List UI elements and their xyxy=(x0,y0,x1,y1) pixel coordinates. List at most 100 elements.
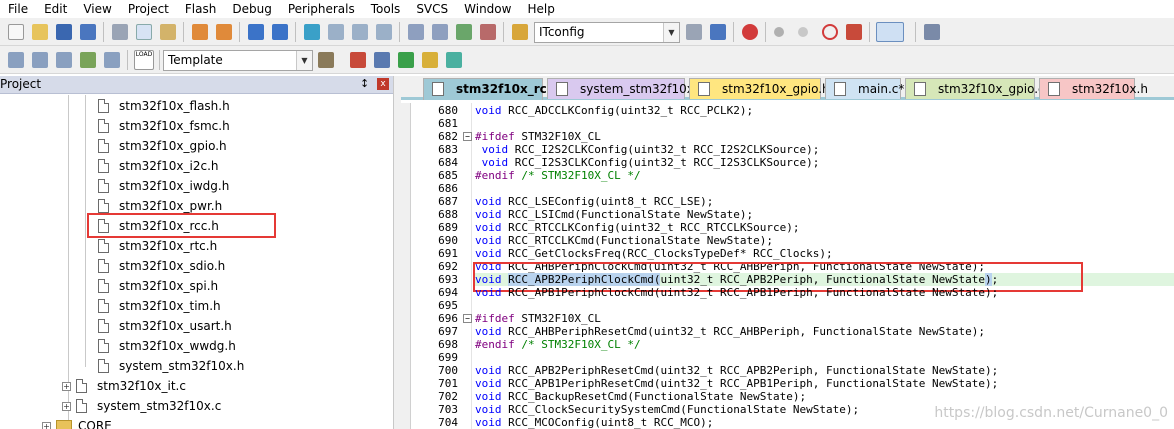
code-line[interactable]: 683 void RCC_I2S2CLKConfig(uint32_t RCC_… xyxy=(401,143,1174,156)
load-download-icon[interactable]: LOAD xyxy=(134,50,154,70)
code-line[interactable]: 686 xyxy=(401,182,1174,195)
manage-rte-icon[interactable] xyxy=(446,52,462,68)
translate-icon[interactable] xyxy=(8,52,24,68)
disable-breakpoint-icon[interactable] xyxy=(798,27,808,37)
tree-file-item[interactable]: stm32f10x_wwdg.h xyxy=(98,336,236,356)
tree-source-item[interactable]: + system_stm32f10x.c xyxy=(62,396,221,416)
open-folder-icon[interactable] xyxy=(32,24,48,40)
menu-window[interactable]: Window xyxy=(464,2,511,16)
undo-icon[interactable] xyxy=(192,24,208,40)
paste-icon[interactable] xyxy=(160,24,176,40)
indent-icon[interactable] xyxy=(408,24,424,40)
incremental-find-icon[interactable] xyxy=(710,24,726,40)
save-all-icon[interactable] xyxy=(80,24,96,40)
editor-tab[interactable]: stm32f10x_rcc.h xyxy=(423,78,567,100)
menu-view[interactable]: View xyxy=(83,2,111,16)
window-layout-icon[interactable] xyxy=(876,22,904,42)
fold-toggle-icon[interactable]: − xyxy=(463,314,472,323)
editor-tab[interactable]: stm32f10x_gpio.h xyxy=(689,78,830,99)
code-line[interactable]: 691 void RCC_GetClocksFreq(RCC_ClocksType… xyxy=(401,247,1174,260)
tree-file-item[interactable]: stm32f10x_spi.h xyxy=(98,276,218,296)
code-line[interactable]: 700 void RCC_APB2PeriphResetCmd(uint32_t … xyxy=(401,364,1174,377)
new-file-icon[interactable] xyxy=(8,24,24,40)
batch-build-icon[interactable] xyxy=(80,52,96,68)
cut-icon[interactable] xyxy=(112,24,128,40)
select-packs-icon[interactable] xyxy=(422,52,438,68)
code-line[interactable]: 685 #endif /* STM32F10X_CL */ xyxy=(401,169,1174,182)
redo-icon[interactable] xyxy=(216,24,232,40)
tree-file-item[interactable]: stm32f10x_fsmc.h xyxy=(98,116,230,136)
editor-tab[interactable]: system_stm32f10x.h xyxy=(547,78,705,99)
uncomment-icon[interactable] xyxy=(480,24,496,40)
chevron-down-icon[interactable]: ▼ xyxy=(296,51,312,70)
code-line[interactable]: 698 #endif /* STM32F10X_CL */ xyxy=(401,338,1174,351)
code-line[interactable]: 699 xyxy=(401,351,1174,364)
tree-file-item[interactable]: stm32f10x_i2c.h xyxy=(98,156,219,176)
tree-source-item[interactable]: + stm32f10x_it.c xyxy=(62,376,186,396)
target-options-icon[interactable] xyxy=(318,52,334,68)
editor-tab[interactable]: stm32f10x_gpio.c xyxy=(905,78,1045,99)
code-line[interactable]: 696− #ifdef STM32F10X_CL xyxy=(401,312,1174,325)
stop-build-icon[interactable] xyxy=(104,52,120,68)
code-line[interactable]: 680 void RCC_ADCCLKConfig(uint32_t RCC_PC… xyxy=(401,104,1174,117)
bookmark-icon[interactable] xyxy=(304,24,320,40)
tree-folder-item[interactable]: + CORE xyxy=(42,416,112,429)
tree-file-item[interactable]: stm32f10x_sdio.h xyxy=(98,256,225,276)
tree-file-item[interactable]: stm32f10x_rtc.h xyxy=(98,236,217,256)
rebuild-icon[interactable] xyxy=(56,52,72,68)
tree-file-item[interactable]: stm32f10x_gpio.h xyxy=(98,136,227,156)
code-line[interactable]: 701 void RCC_APB1PeriphResetCmd(uint32_t … xyxy=(401,377,1174,390)
code-line[interactable]: 702 void RCC_BackupResetCmd(FunctionalSta… xyxy=(401,390,1174,403)
target-combo[interactable]: Template ▼ xyxy=(163,50,313,71)
chevron-down-icon[interactable]: ▼ xyxy=(663,23,679,42)
panel-splitter[interactable] xyxy=(393,76,401,429)
pin-icon[interactable]: ↕ xyxy=(360,77,369,90)
unindent-icon[interactable] xyxy=(432,24,448,40)
pack-installer-icon[interactable] xyxy=(398,52,414,68)
find-combo[interactable]: ITconfig ▼ xyxy=(534,22,680,43)
code-line[interactable]: 695 xyxy=(401,299,1174,312)
kill-all-breakpoints-icon[interactable] xyxy=(846,24,862,40)
copy-icon[interactable] xyxy=(136,24,152,40)
expand-icon[interactable]: + xyxy=(62,401,71,411)
code-line[interactable]: 689 void RCC_RTCCLKConfig(uint32_t RCC_RT… xyxy=(401,221,1174,234)
menu-project[interactable]: Project xyxy=(128,2,169,16)
find-icon[interactable] xyxy=(686,24,702,40)
build-icon[interactable] xyxy=(32,52,48,68)
menu-tools[interactable]: Tools xyxy=(371,2,401,16)
code-line[interactable]: 694 void RCC_APB1PeriphClockCmd(uint32_t … xyxy=(401,286,1174,299)
code-line[interactable]: 682− #ifdef STM32F10X_CL xyxy=(401,130,1174,143)
menu-debug[interactable]: Debug xyxy=(232,2,271,16)
find-in-files-icon[interactable] xyxy=(512,24,528,40)
nav-back-icon[interactable] xyxy=(248,24,264,40)
code-editor[interactable]: 680 void RCC_ADCCLKConfig(uint32_t RCC_PC… xyxy=(401,103,1174,429)
code-line[interactable]: 690 void RCC_RTCCLKCmd(FunctionalState Ne… xyxy=(401,234,1174,247)
menu-file[interactable]: File xyxy=(8,2,28,16)
next-bookmark-icon[interactable] xyxy=(352,24,368,40)
code-line[interactable]: 697 void RCC_AHBPeriphResetCmd(uint32_t R… xyxy=(401,325,1174,338)
settings-wrench-icon[interactable] xyxy=(924,24,940,40)
expand-icon[interactable]: + xyxy=(62,381,71,391)
menu-edit[interactable]: Edit xyxy=(44,2,67,16)
tree-file-item[interactable]: stm32f10x_flash.h xyxy=(98,96,230,116)
menu-flash[interactable]: Flash xyxy=(185,2,216,16)
expand-icon[interactable]: + xyxy=(42,421,51,429)
menu-peripherals[interactable]: Peripherals xyxy=(288,2,355,16)
kill-breakpoints-icon[interactable] xyxy=(822,24,838,40)
tree-file-item[interactable]: stm32f10x_tim.h xyxy=(98,296,221,316)
tree-file-item[interactable]: system_stm32f10x.h xyxy=(98,356,244,376)
manage-project-icon[interactable] xyxy=(350,52,366,68)
file-extensions-icon[interactable] xyxy=(374,52,390,68)
code-line[interactable]: 681 xyxy=(401,117,1174,130)
debug-start-icon[interactable] xyxy=(742,24,758,40)
code-line[interactable]: 684 void RCC_I2S3CLKConfig(uint32_t RCC_… xyxy=(401,156,1174,169)
menu-help[interactable]: Help xyxy=(527,2,554,16)
nav-forward-icon[interactable] xyxy=(272,24,288,40)
tree-file-item[interactable]: stm32f10x_iwdg.h xyxy=(98,176,229,196)
prev-bookmark-icon[interactable] xyxy=(328,24,344,40)
comment-icon[interactable] xyxy=(456,24,472,40)
save-icon[interactable] xyxy=(56,24,72,40)
tree-file-item[interactable]: stm32f10x_usart.h xyxy=(98,316,232,336)
code-line[interactable]: 688 void RCC_LSICmd(FunctionalState NewSt… xyxy=(401,208,1174,221)
clear-bookmarks-icon[interactable] xyxy=(376,24,392,40)
